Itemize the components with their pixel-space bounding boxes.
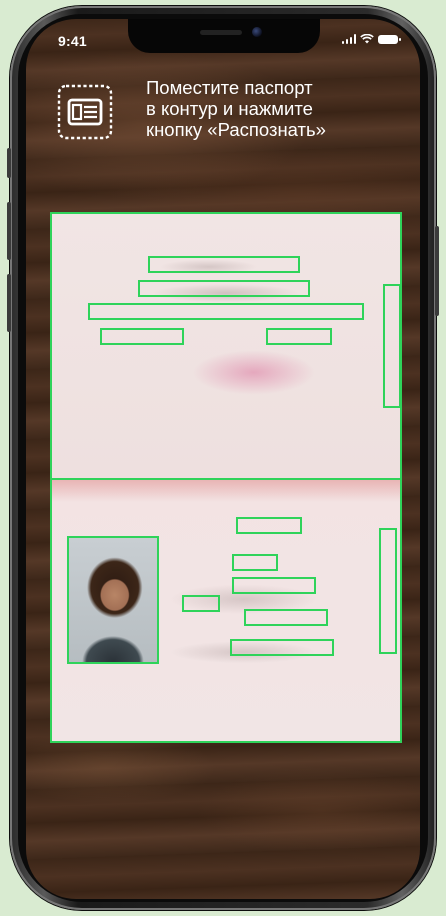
signal-icon	[341, 34, 356, 44]
field-box-name	[232, 554, 278, 571]
wifi-icon	[360, 34, 374, 44]
passport-photo	[67, 536, 159, 664]
mute-switch	[7, 148, 11, 178]
instruction-line-1: Поместите паспорт	[146, 77, 313, 98]
field-box-surname	[236, 517, 302, 534]
field-box-birth-place	[230, 639, 334, 656]
instruction-text: Поместите паспорт в контур и нажмите кно…	[146, 77, 396, 140]
field-box-sex	[182, 595, 220, 612]
passport-top-page	[52, 214, 400, 478]
volume-down-button	[7, 274, 11, 332]
field-box-series-number-top	[383, 284, 400, 408]
battery-icon	[378, 34, 401, 44]
field-box-issuer-line-1	[148, 256, 300, 273]
camera-screen: 9:41 Поместите паспорт в контур и нажмит…	[26, 19, 420, 899]
passport-frame	[50, 212, 402, 743]
instruction-line-3: кнопку «Распознать»	[146, 119, 326, 140]
field-box-issue-date	[100, 328, 184, 345]
status-time: 9:41	[58, 33, 87, 49]
front-camera	[252, 27, 262, 37]
status-icons	[341, 34, 401, 44]
mockup-stage: 9:41 Поместите паспорт в контур и нажмит…	[0, 0, 446, 916]
field-box-issuer-line-2	[138, 280, 310, 297]
passport-scan-icon	[57, 84, 113, 140]
field-box-issuer-line-3	[88, 303, 364, 320]
field-box-series-number-bottom	[379, 528, 397, 654]
speaker-grille	[200, 30, 242, 35]
volume-up-button	[7, 202, 11, 260]
instruction-line-2: в контур и нажмите	[146, 98, 313, 119]
field-box-department-code	[266, 328, 332, 345]
power-button	[435, 226, 439, 316]
field-box-patronymic	[232, 577, 316, 594]
notch	[128, 19, 320, 53]
field-box-birth-date	[244, 609, 328, 626]
